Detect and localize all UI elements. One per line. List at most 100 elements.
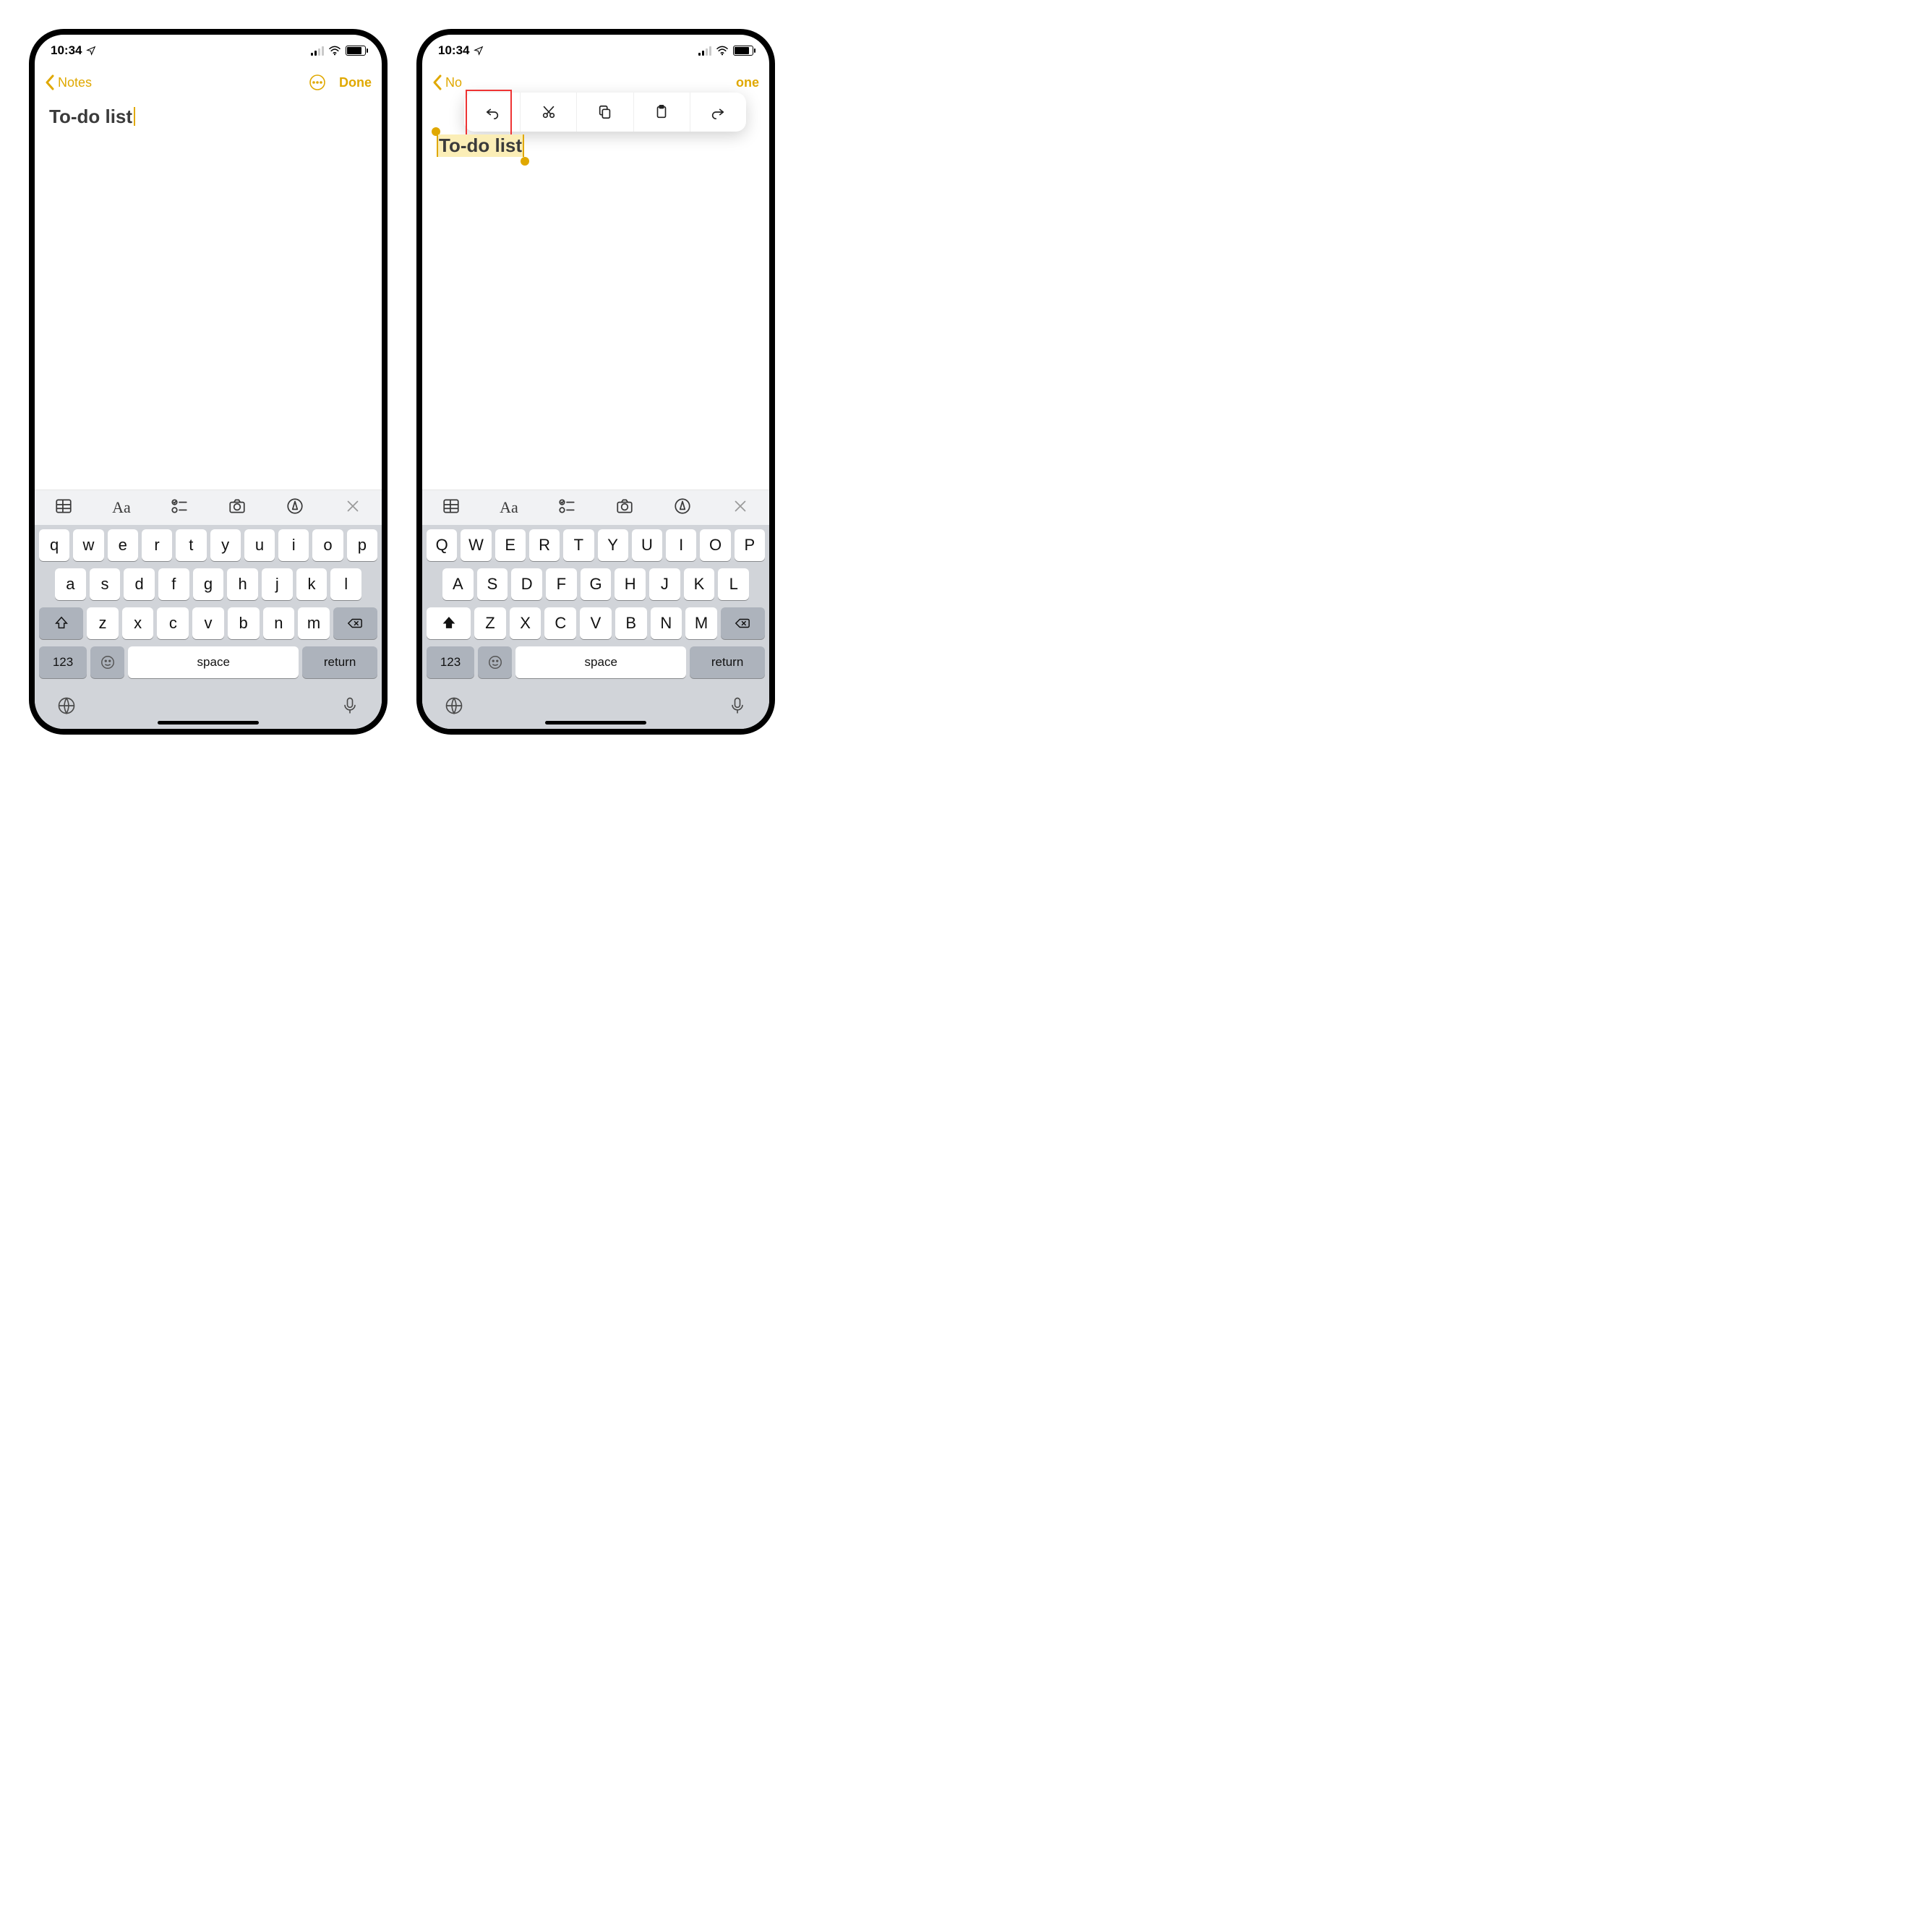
note-body[interactable]: To-do list (35, 98, 382, 490)
selection-handle-end[interactable] (521, 157, 529, 166)
key-s[interactable]: s (90, 568, 121, 600)
checklist-icon[interactable] (557, 497, 576, 519)
backspace-key[interactable] (721, 607, 765, 639)
key-k[interactable]: k (296, 568, 328, 600)
home-indicator[interactable] (545, 721, 646, 724)
key-b[interactable]: b (228, 607, 260, 639)
key-w[interactable]: w (73, 529, 103, 561)
key-z[interactable]: z (87, 607, 119, 639)
key-s[interactable]: S (477, 568, 508, 600)
note-title[interactable]: To-do list (437, 134, 524, 157)
text-format-icon[interactable]: Aa (112, 498, 131, 517)
key-l[interactable]: l (330, 568, 361, 600)
return-key[interactable]: return (690, 646, 765, 678)
key-g[interactable]: G (581, 568, 612, 600)
key-j[interactable]: j (262, 568, 293, 600)
globe-icon[interactable] (444, 696, 464, 719)
key-n[interactable]: N (651, 607, 682, 639)
mic-icon[interactable] (727, 696, 748, 719)
key-j[interactable]: J (649, 568, 680, 600)
markup-icon[interactable] (673, 497, 692, 519)
key-h[interactable]: h (227, 568, 258, 600)
key-e[interactable]: E (495, 529, 526, 561)
key-t[interactable]: t (176, 529, 206, 561)
key-r[interactable]: r (142, 529, 172, 561)
key-a[interactable]: a (55, 568, 86, 600)
signal-icon (311, 46, 324, 56)
key-c[interactable]: c (157, 607, 189, 639)
wifi-icon (716, 46, 729, 56)
key-f[interactable]: F (546, 568, 577, 600)
battery-icon (733, 46, 753, 56)
table-icon[interactable] (54, 497, 73, 519)
back-button[interactable]: No (432, 74, 462, 90)
key-i[interactable]: i (278, 529, 309, 561)
key-h[interactable]: H (615, 568, 646, 600)
backspace-key[interactable] (333, 607, 377, 639)
key-m[interactable]: m (298, 607, 330, 639)
key-z[interactable]: Z (474, 607, 506, 639)
globe-icon[interactable] (56, 696, 77, 719)
return-key[interactable]: return (302, 646, 377, 678)
format-toolbar: Aa (35, 490, 382, 525)
key-e[interactable]: e (108, 529, 138, 561)
markup-icon[interactable] (286, 497, 304, 519)
emoji-key[interactable] (478, 646, 512, 678)
key-v[interactable]: v (192, 607, 224, 639)
key-b[interactable]: B (615, 607, 647, 639)
more-icon[interactable] (309, 74, 326, 91)
camera-icon[interactable] (615, 497, 634, 519)
selected-text[interactable]: To-do list (437, 134, 524, 157)
note-title[interactable]: To-do list (49, 106, 132, 128)
key-p[interactable]: P (735, 529, 765, 561)
key-v[interactable]: V (580, 607, 612, 639)
key-d[interactable]: d (124, 568, 155, 600)
close-icon[interactable] (343, 497, 362, 519)
mic-icon[interactable] (340, 696, 360, 719)
space-key[interactable]: space (515, 646, 686, 678)
key-x[interactable]: X (510, 607, 541, 639)
key-d[interactable]: D (511, 568, 542, 600)
key-g[interactable]: g (193, 568, 224, 600)
done-button[interactable]: Done (339, 75, 372, 90)
key-o[interactable]: o (312, 529, 343, 561)
key-l[interactable]: L (718, 568, 749, 600)
camera-icon[interactable] (228, 497, 247, 519)
key-u[interactable]: U (632, 529, 662, 561)
key-a[interactable]: A (442, 568, 474, 600)
time-label: 10:34 (51, 43, 82, 58)
key-u[interactable]: u (244, 529, 275, 561)
key-f[interactable]: f (158, 568, 189, 600)
key-n[interactable]: n (263, 607, 295, 639)
key-y[interactable]: y (210, 529, 241, 561)
home-indicator[interactable] (158, 721, 259, 724)
key-y[interactable]: Y (598, 529, 628, 561)
status-right (311, 46, 366, 56)
back-button[interactable]: Notes (45, 74, 92, 90)
numbers-key[interactable]: 123 (39, 646, 87, 678)
text-format-icon[interactable]: Aa (500, 498, 518, 517)
close-icon[interactable] (731, 497, 750, 519)
emoji-key[interactable] (90, 646, 124, 678)
checklist-icon[interactable] (170, 497, 189, 519)
chevron-left-icon (45, 74, 55, 90)
key-q[interactable]: q (39, 529, 69, 561)
key-w[interactable]: W (461, 529, 491, 561)
key-i[interactable]: I (666, 529, 696, 561)
table-icon[interactable] (442, 497, 461, 519)
space-key[interactable]: space (128, 646, 299, 678)
key-o[interactable]: O (700, 529, 730, 561)
note-body[interactable]: To-do list (422, 98, 769, 490)
key-x[interactable]: x (122, 607, 154, 639)
key-r[interactable]: R (529, 529, 560, 561)
shift-key[interactable] (39, 607, 83, 639)
key-q[interactable]: Q (427, 529, 457, 561)
key-k[interactable]: K (684, 568, 715, 600)
key-p[interactable]: p (347, 529, 377, 561)
key-t[interactable]: T (563, 529, 594, 561)
key-m[interactable]: M (685, 607, 717, 639)
done-button-partial[interactable]: one (736, 75, 759, 90)
numbers-key[interactable]: 123 (427, 646, 474, 678)
key-c[interactable]: C (544, 607, 576, 639)
shift-key[interactable] (427, 607, 471, 639)
